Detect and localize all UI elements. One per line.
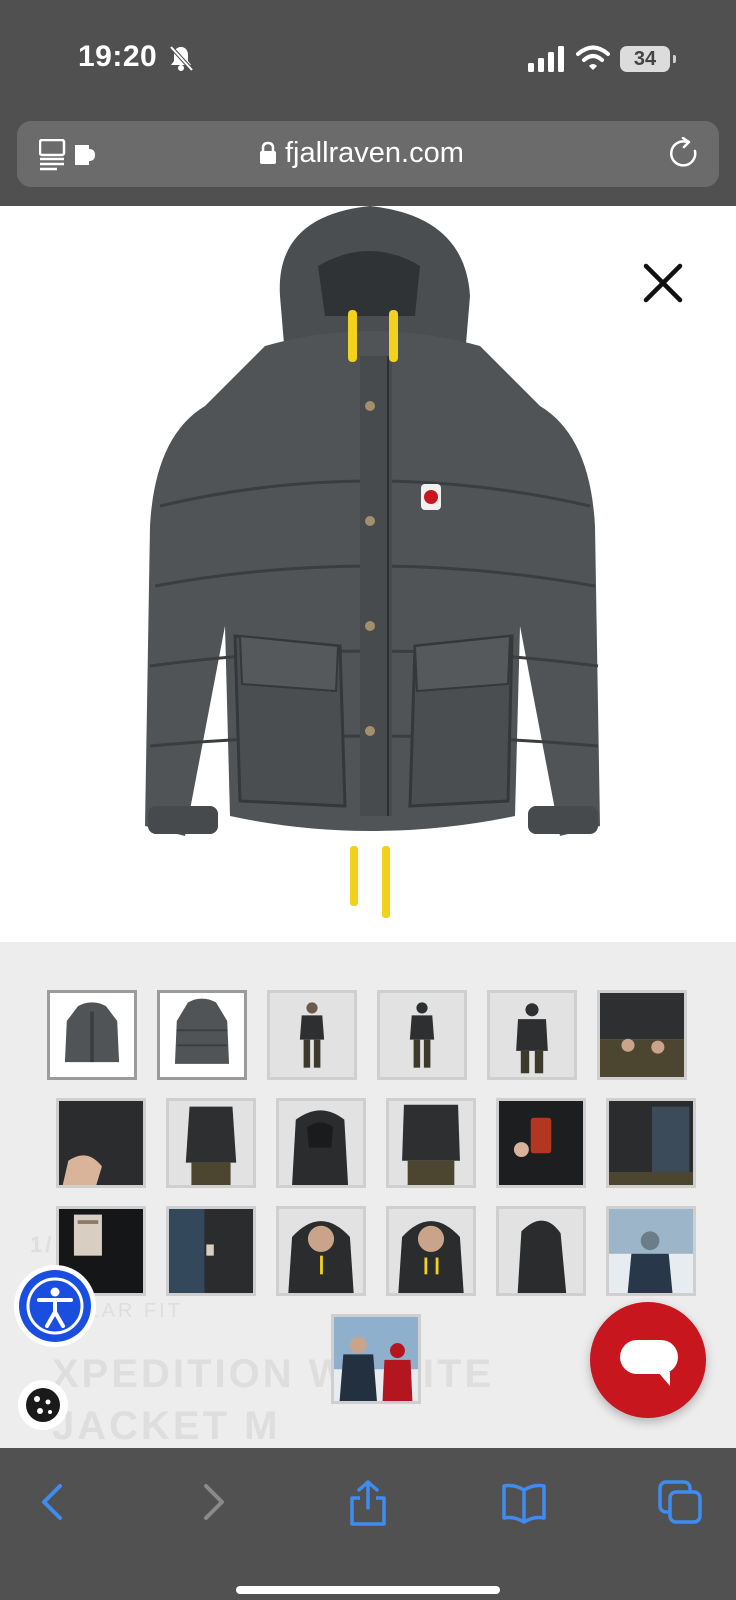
home-indicator[interactable] (236, 1586, 500, 1594)
ghost-title: XPEDITION WN LITE (52, 1352, 495, 1396)
accessibility-button[interactable] (14, 1265, 96, 1347)
clock: 19:20 (78, 40, 158, 73)
forward-icon[interactable] (188, 1478, 236, 1526)
reload-icon[interactable] (669, 137, 701, 171)
thumbnail-9[interactable] (276, 1098, 366, 1188)
thumbnail-4[interactable] (377, 990, 467, 1080)
thumbnail-8[interactable] (166, 1098, 256, 1188)
browser-chrome: fjallraven.com (0, 118, 736, 206)
thumbnail-10[interactable] (386, 1098, 476, 1188)
address-bar[interactable]: fjallraven.com (17, 121, 719, 187)
thumbnail-5[interactable] (487, 990, 577, 1080)
browser-toolbar (0, 1448, 736, 1600)
lock-icon (260, 141, 276, 164)
back-icon[interactable] (30, 1478, 78, 1526)
chat-button[interactable] (590, 1302, 706, 1418)
wifi-icon (576, 45, 610, 70)
tabs-icon[interactable] (39, 139, 107, 171)
close-icon[interactable] (640, 260, 686, 306)
ghost-title-line2: JACKET M (52, 1404, 281, 1448)
thumbnail-19[interactable] (331, 1314, 421, 1404)
signal-icon (528, 46, 564, 72)
battery-icon: 34 (620, 46, 676, 72)
url-text[interactable]: fjallraven.com (285, 137, 464, 170)
accessibility-icon (26, 1277, 84, 1335)
thumbnail-2[interactable] (157, 990, 247, 1080)
chat-icon (620, 1340, 678, 1386)
cookie-icon (26, 1388, 60, 1422)
thumbnail-7[interactable] (56, 1098, 146, 1188)
jacket-photo (145, 206, 600, 918)
thumbnail-16[interactable] (386, 1206, 476, 1296)
bookmarks-icon[interactable] (500, 1478, 548, 1526)
battery-level: 34 (633, 48, 657, 70)
thumbnail-14[interactable] (166, 1206, 256, 1296)
thumbnail-15[interactable] (276, 1206, 366, 1296)
product-image (0, 206, 736, 942)
cookie-settings-button[interactable] (18, 1380, 68, 1430)
tabs-overview-icon[interactable] (656, 1478, 704, 1526)
thumbnail-1[interactable] (47, 990, 137, 1080)
thumbnail-12[interactable] (606, 1098, 696, 1188)
ghost-counter: 1/ (30, 1232, 55, 1257)
thumbnail-17[interactable] (496, 1206, 586, 1296)
thumbnail-3[interactable] (267, 990, 357, 1080)
bell-slash-icon (169, 45, 194, 72)
share-icon[interactable] (344, 1478, 392, 1526)
thumbnail-6[interactable] (597, 990, 687, 1080)
thumbnail-11[interactable] (496, 1098, 586, 1188)
thumbnail-18[interactable] (606, 1206, 696, 1296)
status-bar: 19:20 34 (0, 0, 736, 118)
